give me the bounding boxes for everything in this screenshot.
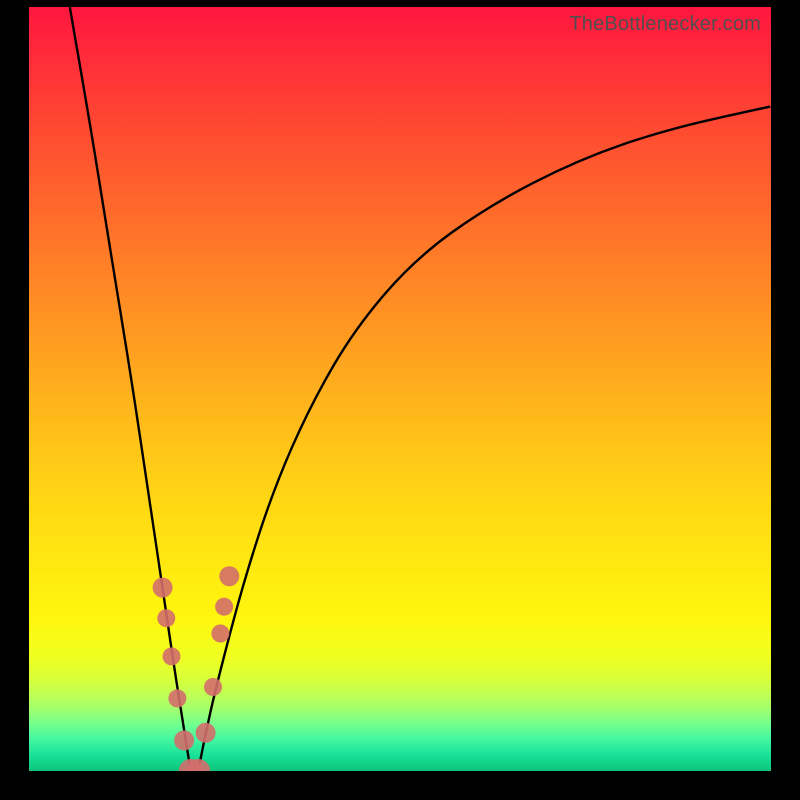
curve-layer [29, 7, 771, 771]
marker-dot [196, 723, 216, 743]
marker-dot [153, 578, 173, 598]
marker-dot [163, 647, 181, 665]
marker-dot [215, 598, 233, 616]
marker-dot [174, 730, 194, 750]
marker-dot [219, 566, 239, 586]
marker-dot [168, 689, 186, 707]
curve-right-branch [198, 106, 771, 771]
watermark-text: TheBottlenecker.com [569, 13, 761, 36]
marker-dot [157, 609, 175, 627]
marker-cluster [153, 566, 240, 771]
marker-dot [204, 678, 222, 696]
plot-area: TheBottlenecker.com [29, 7, 771, 771]
marker-dot [211, 625, 229, 643]
chart-frame: TheBottlenecker.com [0, 0, 800, 800]
